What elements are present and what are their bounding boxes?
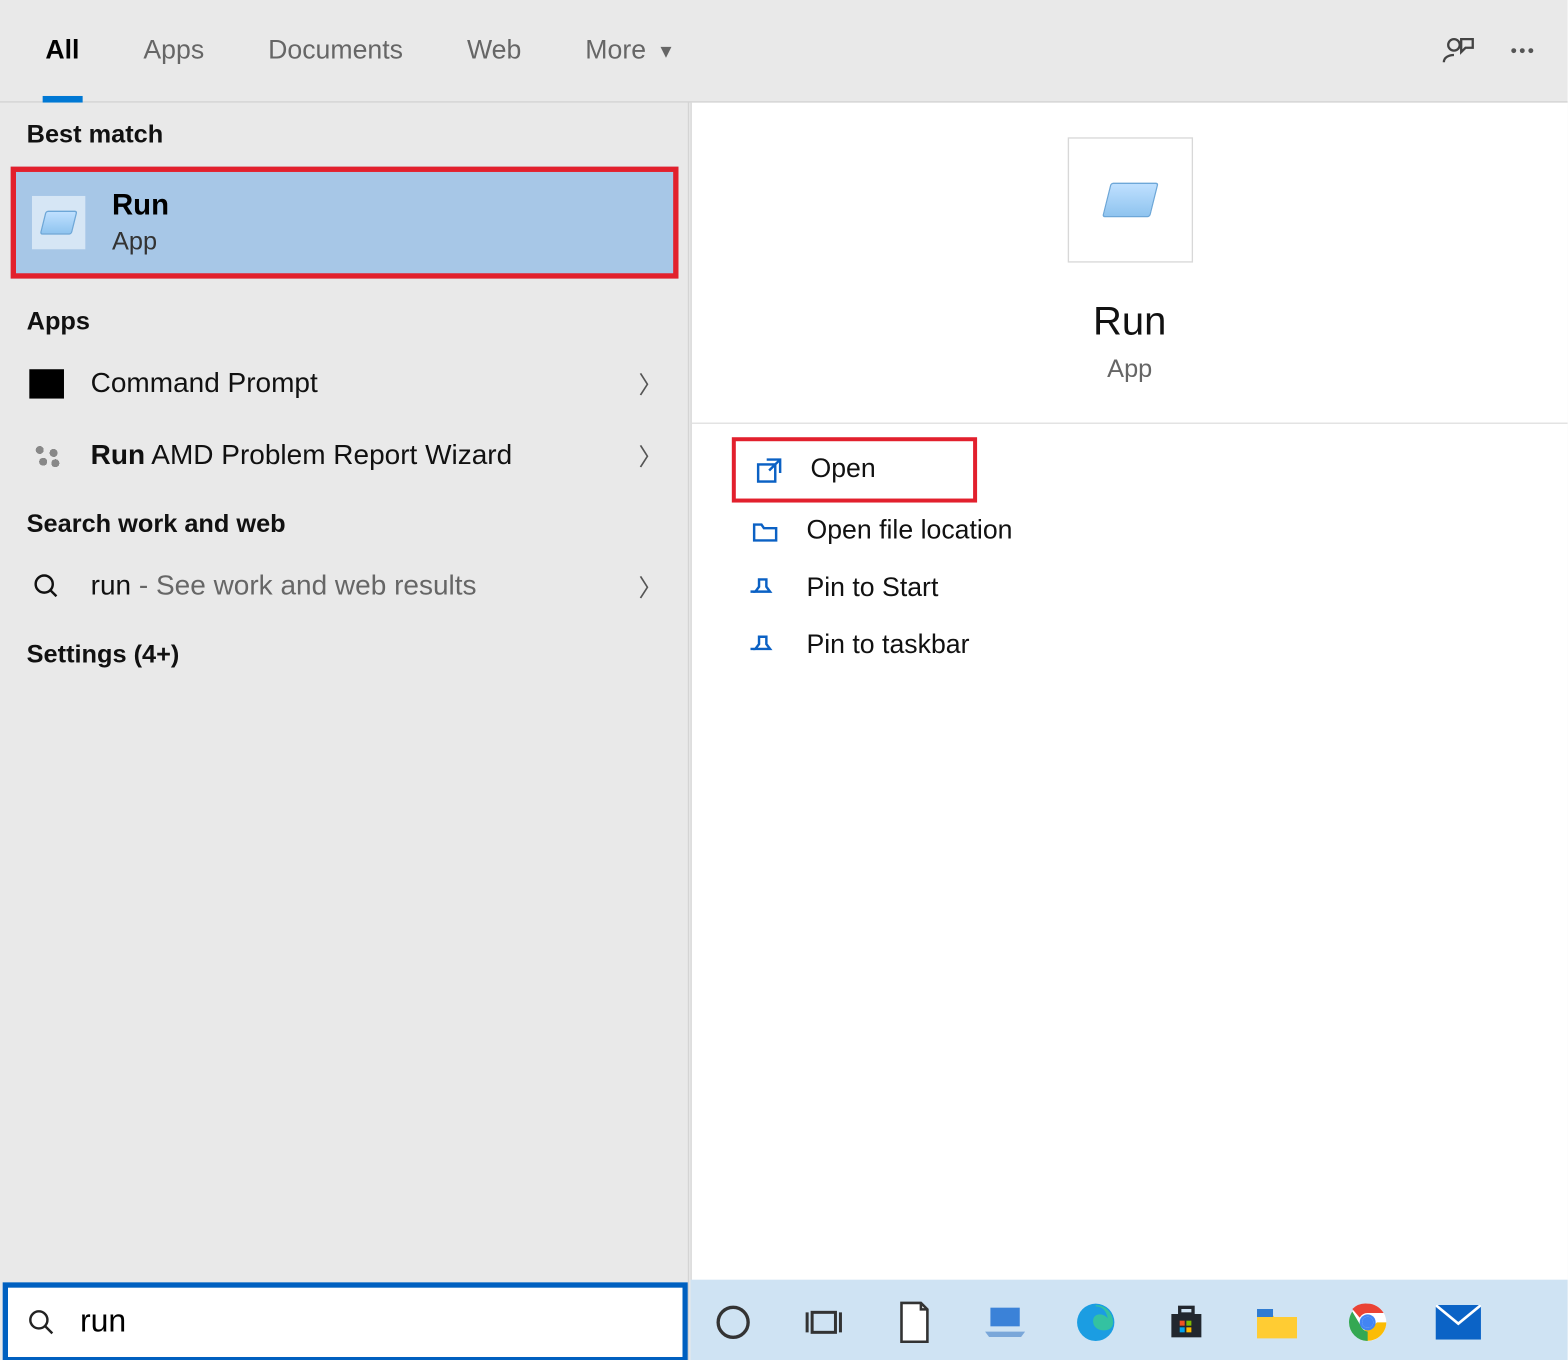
result-label: Run AMD Problem Report Wizard (91, 440, 639, 472)
action-pin-to-start[interactable]: Pin to Start (732, 560, 1528, 617)
search-box[interactable] (3, 1282, 688, 1360)
section-apps: Apps (0, 289, 689, 348)
result-web-run[interactable]: run - See work and web results 〉 (0, 551, 689, 623)
result-title: Run (112, 188, 169, 223)
folder-icon (750, 517, 785, 546)
amd-icon (27, 436, 67, 476)
taskbar-chrome[interactable] (1338, 1293, 1397, 1352)
tab-apps[interactable]: Apps (111, 0, 236, 101)
chevron-right-icon: 〉 (639, 367, 663, 402)
action-open[interactable]: Open (732, 437, 977, 502)
taskbar-laptop-icon[interactable] (976, 1293, 1035, 1352)
search-filter-tabs: All Apps Documents Web More ▼ (0, 0, 1568, 103)
tab-documents[interactable]: Documents (236, 0, 435, 101)
preview-title: Run (692, 300, 1568, 345)
feedback-icon[interactable] (1426, 33, 1490, 68)
tab-more-label: More (585, 35, 646, 66)
section-best-match: Best match (0, 103, 689, 162)
command-prompt-icon (27, 364, 67, 404)
section-search-work-web: Search work and web (0, 492, 689, 551)
tab-documents-label: Documents (268, 35, 403, 66)
pin-icon (750, 631, 785, 660)
more-options-icon[interactable] (1490, 36, 1554, 65)
search-icon (27, 567, 67, 607)
taskbar-edge[interactable] (1066, 1293, 1125, 1352)
run-icon (32, 196, 85, 249)
tab-apps-label: Apps (143, 35, 204, 66)
action-label: Pin to taskbar (806, 631, 969, 662)
result-preview-pane: Run App Open Open file location (690, 103, 1567, 1360)
tab-all-label: All (45, 35, 79, 66)
taskbar (690, 1280, 1567, 1360)
preview-actions: Open Open file location Pin to Start (692, 424, 1568, 688)
taskbar-cortana[interactable] (704, 1293, 763, 1352)
tab-web[interactable]: Web (435, 0, 553, 101)
action-label: Pin to Start (806, 573, 938, 604)
taskbar-file-explorer[interactable] (1248, 1293, 1307, 1352)
chevron-right-icon: 〉 (639, 569, 663, 604)
taskbar-store[interactable] (1157, 1293, 1216, 1352)
result-label: run - See work and web results (91, 571, 639, 603)
tab-more[interactable]: More ▼ (553, 0, 707, 101)
tab-all[interactable]: All (13, 0, 111, 101)
windows-search-panel: All Apps Documents Web More ▼ Best match… (0, 0, 1568, 1360)
result-amd-report-wizard[interactable]: Run AMD Problem Report Wizard 〉 (0, 420, 689, 492)
result-label: Command Prompt (91, 368, 639, 400)
result-subtitle: App (112, 228, 169, 257)
results-list: Best match Run App Apps Command Prompt 〉… (0, 103, 690, 1360)
section-settings[interactable]: Settings (4+) (0, 623, 689, 682)
action-label: Open file location (806, 516, 1012, 547)
taskbar-task-view[interactable] (794, 1293, 853, 1352)
preview-app-icon (1067, 137, 1192, 262)
taskbar-libreoffice[interactable] (885, 1293, 944, 1352)
action-pin-to-taskbar[interactable]: Pin to taskbar (732, 617, 1528, 674)
open-icon (754, 455, 789, 484)
action-open-file-location[interactable]: Open file location (732, 503, 1528, 560)
chevron-right-icon: 〉 (639, 439, 663, 474)
result-command-prompt[interactable]: Command Prompt 〉 (0, 348, 689, 420)
action-label: Open (810, 455, 875, 486)
pin-icon (750, 574, 785, 603)
result-run-app[interactable]: Run App (11, 167, 679, 279)
search-icon (27, 1308, 56, 1337)
preview-subtitle: App (692, 356, 1568, 385)
chevron-down-icon: ▼ (657, 40, 675, 61)
taskbar-mail[interactable] (1429, 1293, 1488, 1352)
search-input[interactable] (80, 1304, 664, 1341)
tab-web-label: Web (467, 35, 521, 66)
